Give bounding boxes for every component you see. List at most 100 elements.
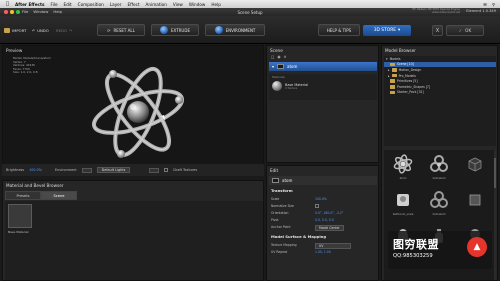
model-caption: biohazard: [432, 177, 446, 180]
orientation-value[interactable]: 0.0°, 180.0°, -3.2°: [315, 211, 343, 215]
element-version: Element 1.0.349: [466, 9, 496, 13]
ok-label: OK: [465, 28, 472, 33]
menubar-app-name[interactable]: After Effects: [15, 2, 45, 7]
close-icon: X: [435, 27, 440, 34]
model-caption: biohazard: [432, 213, 446, 216]
anchor-dropdown[interactable]: Model Center: [315, 225, 344, 231]
chevron-down-icon[interactable]: ▾: [386, 57, 388, 61]
normalize-label: Normalize Size: [271, 204, 294, 208]
import-button[interactable]: IMPORT: [4, 26, 26, 34]
scale-label: Scale: [271, 197, 280, 201]
environment-swatch[interactable]: [81, 167, 92, 173]
menu-effect[interactable]: Effect: [127, 2, 139, 7]
ok-button[interactable]: ✓ OK: [446, 25, 484, 36]
pivot-label: Pivot: [271, 218, 279, 222]
3d-store-button[interactable]: 3D STORE ▾: [363, 25, 411, 36]
menu-animation[interactable]: Animation: [146, 2, 167, 7]
minimize-window-icon[interactable]: [10, 10, 14, 14]
model-caption: bathroom_scale: [392, 213, 414, 216]
tab-scene[interactable]: Scene: [41, 191, 77, 200]
reset-all-button[interactable]: ⟳ RESET ALL: [97, 24, 145, 36]
surface-section[interactable]: Model Surface & Mapping: [271, 234, 326, 239]
tree-node-label: Scene [10]: [397, 62, 414, 67]
expand-arrow-icon[interactable]: ▾: [272, 64, 274, 69]
normalize-row: Normalize Size: [271, 204, 377, 208]
material-item[interactable]: Base Material C:Texture: [269, 80, 377, 92]
visibility-icon[interactable]: ◉: [277, 55, 280, 61]
pivot-value[interactable]: 0.0, 0.0, 0.0: [315, 218, 334, 222]
menu-file[interactable]: File: [51, 2, 58, 7]
tab-presets[interactable]: Presets: [5, 191, 41, 200]
watermark-qq: QQ:985303259: [393, 253, 433, 259]
menu-edit[interactable]: Edit: [64, 2, 72, 7]
scale-value[interactable]: 100.0%: [315, 197, 327, 201]
brightness-value[interactable]: 100.0%: [29, 168, 42, 172]
close-window-icon[interactable]: [4, 10, 8, 14]
search-icon[interactable]: ⚲: [492, 2, 495, 7]
model-thumbnail[interactable]: [458, 152, 492, 185]
toolbar: IMPORT ↶ UNDO REDO ↷ ⟳ RESET ALL EXTRUDE…: [0, 16, 500, 44]
globe-icon: [214, 26, 223, 34]
menu-window[interactable]: Window: [189, 2, 206, 7]
model-grid-scrollbar[interactable]: [494, 150, 496, 280]
edit-panel: Edit atom Transform Scale 100.0% Normali…: [266, 165, 379, 281]
chevron-right-icon[interactable]: ▸: [388, 68, 390, 72]
tree-node-label: Starter_Pack [32]: [397, 90, 424, 95]
model-thumbnail[interactable]: [458, 188, 492, 221]
menu-layer[interactable]: Layer: [110, 2, 122, 7]
edit-object-name: atom: [282, 178, 293, 183]
draft-textures-checkbox[interactable]: [164, 168, 169, 172]
model-thumbnail[interactable]: biohazard: [422, 188, 456, 221]
redo-button[interactable]: REDO ↷: [56, 26, 72, 34]
plugin-menu-help[interactable]: Help: [53, 9, 62, 14]
material-grid: Base Material: [5, 201, 263, 280]
electron-shape: [109, 70, 117, 78]
model-thumbnail[interactable]: bathroom_scale: [386, 188, 420, 221]
help-tips-button[interactable]: HELP & TIPS: [318, 24, 360, 36]
material-thumbnail-label: Base Material: [8, 230, 29, 234]
material-thumbnail[interactable]: [8, 204, 32, 228]
uv-repeat-value[interactable]: 1.00, 1.00: [315, 250, 331, 254]
normalize-checkbox[interactable]: [315, 204, 319, 208]
model-stats: Model: Models/Scene/atom Vertex: 7 Verti…: [13, 56, 51, 75]
environment-button[interactable]: ENVIRONMENT: [205, 24, 265, 36]
menu-help[interactable]: Help: [211, 2, 221, 7]
cancel-button[interactable]: X: [432, 25, 443, 36]
menu-view[interactable]: View: [173, 2, 183, 7]
extrude-icon: [160, 26, 169, 34]
wifi-icon[interactable]: ☰: [483, 2, 487, 7]
delete-icon[interactable]: ✕: [284, 55, 287, 61]
undo-label: UNDO: [37, 27, 49, 33]
texture-mapping-label: Texture Mapping: [271, 243, 297, 247]
window-title: Scene Setup: [237, 9, 263, 15]
menu-composition[interactable]: Composition: [78, 2, 104, 7]
add-group-icon[interactable]: □: [271, 55, 274, 61]
lighting-dropdown[interactable]: Default Lights: [96, 167, 131, 173]
tree-node[interactable]: Starter_Pack [32]: [384, 90, 496, 96]
menubar-status: ☰ ⚲: [483, 2, 495, 7]
3d-store-label: 3D STORE: [373, 28, 397, 33]
scene-object-row[interactable]: ▾ atom: [269, 62, 377, 71]
atom-icon: [393, 154, 413, 174]
cube-icon: [468, 157, 482, 172]
scrollbar-thumb[interactable]: [494, 158, 496, 188]
model-thumbnail[interactable]: atom: [386, 152, 420, 185]
plugin-menu-file[interactable]: File: [22, 9, 28, 14]
material-subtitle: C:Texture: [285, 86, 298, 90]
plugin-menu-window[interactable]: Window: [33, 9, 48, 14]
lighting-swatch[interactable]: [149, 167, 160, 173]
undo-button[interactable]: ↶ UNDO: [32, 26, 49, 34]
chevron-down-icon: ▾: [398, 28, 401, 33]
transform-section[interactable]: Transform: [271, 188, 293, 193]
extrude-button[interactable]: EXTRUDE: [151, 24, 199, 36]
uv-repeat-label: UV Repeat: [271, 250, 288, 254]
preview-panel: Preview Model: Models/Scene/atom Vertex:…: [2, 45, 264, 176]
atom-model-viewport[interactable]: [83, 54, 193, 164]
tree-node-label: Pro_Models: [398, 73, 416, 78]
apple-icon[interactable]: : [6, 1, 9, 7]
zoom-window-icon[interactable]: [16, 10, 20, 14]
chevron-right-icon[interactable]: ▸: [388, 74, 390, 78]
texture-mapping-dropdown[interactable]: UV: [315, 243, 351, 249]
scene-panel: Scene □ ◉ ✕ ▾ atom Materials Base Materi…: [266, 45, 379, 163]
model-thumbnail[interactable]: biohazard: [422, 152, 456, 185]
